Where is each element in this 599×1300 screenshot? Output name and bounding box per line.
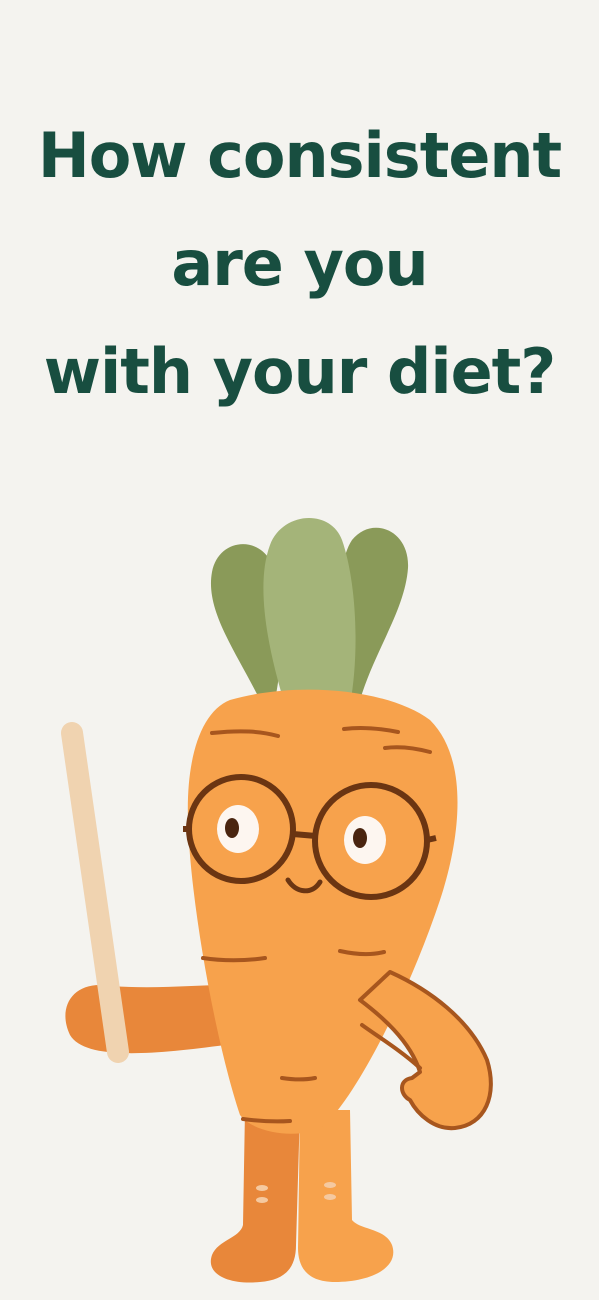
carrot-leaves [210, 518, 409, 705]
question-line-3: with your diet? [43, 335, 557, 408]
carrot-legs [210, 1110, 394, 1283]
carrot-arm-right [358, 970, 493, 1131]
leaf-center [263, 518, 356, 705]
question-heading: How consistent are you with your diet? [0, 102, 599, 426]
question-line-2: are you [171, 227, 428, 300]
carrot-mascot-illustration [61, 518, 493, 1283]
carrot-arm-left [65, 985, 226, 1054]
question-line-1: How consistent [37, 119, 562, 192]
leg-right [298, 1110, 394, 1282]
onboarding-screen: How consistent are you with your diet? [0, 0, 599, 1300]
leg-left [210, 1110, 300, 1283]
